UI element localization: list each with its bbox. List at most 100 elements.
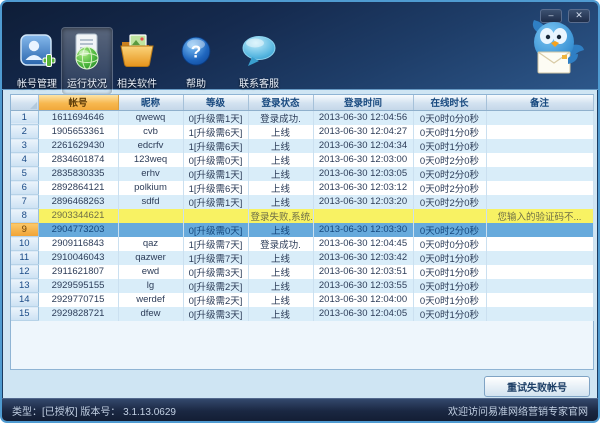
remark-cell: [486, 278, 594, 293]
account-cell: 2903344621: [38, 208, 119, 223]
remark-cell: [486, 124, 594, 139]
nickname-cell: edcrfv: [118, 138, 184, 153]
table-row[interactable]: 11 2910046043 qazwer 1[升级需7天] 上线 2013-06-30 1…: [11, 250, 594, 265]
online-duration-cell: 0天0时2分0秒: [413, 180, 487, 195]
table-row[interactable]: 5 2835830335 erhv 0[升级需1天] 上线 2013-06-30 12:0…: [11, 166, 594, 181]
statusbar: 类型：[已授权] 版本号： 3.1.13.0629 欢迎访问易准网络营销专家官网: [2, 398, 598, 421]
toolbar-item-running-status[interactable]: 运行状况: [62, 28, 112, 94]
table-row[interactable]: 9 2904773203 0[升级需0天] 上线 2013-06-30 12:03:30…: [11, 222, 594, 237]
account-cell: 1905653361: [38, 124, 119, 139]
remark-cell: [486, 180, 594, 195]
login-time-cell: 2013-06-30 12:04:56: [313, 110, 414, 125]
header-login-status[interactable]: 登录状态: [248, 95, 314, 111]
level-cell: 0[升级需3天]: [183, 306, 249, 321]
login-time-cell: 2013-06-30 12:03:42: [313, 250, 414, 265]
login-time-cell: 2013-06-30 12:04:45: [313, 236, 414, 251]
status-cell: 上线: [248, 306, 314, 321]
status-cell: 上线: [248, 180, 314, 195]
table-row[interactable]: 13 2929595155 lg 0[升级需2天] 上线 2013-06-30 12:03…: [11, 278, 594, 293]
row-number-cell: 4: [11, 152, 39, 167]
toolbar-item-help[interactable]: ? 帮助: [174, 28, 218, 94]
table-row[interactable]: 3 2261629430 edcrfv 1[升级需6天] 上线 2013-06-30 12…: [11, 138, 594, 153]
online-duration-cell: 0天0时1分0秒: [413, 124, 487, 139]
toolbar-item-label: 帐号管理: [17, 79, 57, 90]
online-duration-cell: 0天0时1分0秒: [413, 278, 487, 293]
level-cell: 1[升级需7天]: [183, 236, 249, 251]
login-time-cell: 2013-06-30 12:03:55: [313, 278, 414, 293]
toolbar-item-account-manage[interactable]: 帐号管理: [12, 28, 62, 94]
table-body: 1 1611694646 qwewq 0[升级需1天] 登录成功. 2013-06-30 …: [11, 110, 594, 321]
nickname-cell: lg: [118, 278, 184, 293]
nickname-cell: qwewq: [118, 110, 184, 125]
toolbar-item-label: 相关软件: [117, 79, 157, 90]
nickname-cell: [118, 222, 184, 237]
row-number-cell: 2: [11, 124, 39, 139]
account-cell: 2261629430: [38, 138, 119, 153]
status-cell: 上线: [248, 278, 314, 293]
header-level[interactable]: 等级: [183, 95, 249, 111]
table-row[interactable]: 14 2929770715 werdef 0[升级需2天] 上线 2013-06-30 1…: [11, 292, 594, 307]
header-nickname[interactable]: 昵称: [118, 95, 184, 111]
row-number-cell: 6: [11, 180, 39, 195]
nickname-cell: erhv: [118, 166, 184, 181]
table-row[interactable]: 2 1905653361 cvb 1[升级需6天] 上线 2013-06-30 12:04…: [11, 124, 594, 139]
app-window: – ✕ 帐号管理 运行状况 相关软件 ? 帮助 联系客服 帐号 昵称 等级 登录…: [0, 0, 600, 423]
status-cell: 上线: [248, 166, 314, 181]
table-row[interactable]: 7 2896468263 sdfd 0[升级需1天] 上线 2013-06-30 12:0…: [11, 194, 594, 209]
welcome-text: 欢迎访问易准网络营销专家官网: [448, 406, 588, 418]
account-cell: 2892864121: [38, 180, 119, 195]
login-time-cell: 2013-06-30 12:04:00: [313, 292, 414, 307]
header-remark[interactable]: 备注: [486, 95, 594, 111]
account-cell: 2929770715: [38, 292, 119, 307]
status-cell: 上线: [248, 138, 314, 153]
level-cell: 0[升级需1天]: [183, 194, 249, 209]
nickname-cell: polkium: [118, 180, 184, 195]
level-cell: 1[升级需6天]: [183, 124, 249, 139]
level-cell: 0[升级需1天]: [183, 166, 249, 181]
table-header-row: 帐号 昵称 等级 登录状态 登录时间 在线时长 备注: [11, 95, 594, 111]
login-time-cell: 2013-06-30 12:03:30: [313, 222, 414, 237]
toolbar-item-label: 联系客服: [239, 79, 279, 90]
remark-cell: 您输入的验证码不...: [486, 208, 594, 223]
account-cell: 1611694646: [38, 110, 119, 125]
table-row[interactable]: 10 2909116843 qaz 1[升级需7天] 登录成功. 2013-06-30 1…: [11, 236, 594, 251]
account-cell: 2909116843: [38, 236, 119, 251]
remark-cell: [486, 250, 594, 265]
toolbar-item-contact-support[interactable]: 联系客服: [234, 28, 284, 94]
remark-cell: [486, 306, 594, 321]
account-cell: 2910046043: [38, 250, 119, 265]
account-cell: 2929595155: [38, 278, 119, 293]
status-cell: 上线: [248, 222, 314, 237]
level-cell: 0[升级需2天]: [183, 292, 249, 307]
row-number-cell: 5: [11, 166, 39, 181]
toolbar-item-related-software[interactable]: 相关软件: [112, 28, 162, 94]
header-online-duration[interactable]: 在线时长: [413, 95, 487, 111]
level-cell: 0[升级需0天]: [183, 152, 249, 167]
remark-cell: [486, 292, 594, 307]
table-row[interactable]: 4 2834601874 123weq 0[升级需0天] 上线 2013-06-30 12…: [11, 152, 594, 167]
table-row[interactable]: 15 2929828721 dfew 0[升级需3天] 上线 2013-06-30 12:…: [11, 306, 594, 321]
header-login-time[interactable]: 登录时间: [313, 95, 414, 111]
account-cell: 2896468263: [38, 194, 119, 209]
account-cell: 2904773203: [38, 222, 119, 237]
header-account[interactable]: 帐号: [38, 95, 119, 111]
table-row[interactable]: 12 2911621807 ewd 0[升级需3天] 上线 2013-06-30 12:0…: [11, 264, 594, 279]
table-row[interactable]: 1 1611694646 qwewq 0[升级需1天] 登录成功. 2013-06-30 …: [11, 110, 594, 125]
retry-failed-accounts-button[interactable]: 重试失败帐号: [484, 376, 590, 397]
online-duration-cell: 0天0时1分0秒: [413, 138, 487, 153]
table-row[interactable]: 8 2903344621 登录失败,系统... 您输入的验证码不...: [11, 208, 594, 223]
nickname-cell: sdfd: [118, 194, 184, 209]
row-number-cell: 7: [11, 194, 39, 209]
row-number-cell: 8: [11, 208, 39, 223]
status-cell: 上线: [248, 194, 314, 209]
account-cell: 2834601874: [38, 152, 119, 167]
row-number-cell: 9: [11, 222, 39, 237]
table-row[interactable]: 6 2892864121 polkium 1[升级需6天] 上线 2013-06-30 1…: [11, 180, 594, 195]
online-duration-cell: [413, 208, 487, 223]
nickname-cell: ewd: [118, 264, 184, 279]
status-cell: 登录成功.: [248, 236, 314, 251]
row-number-cell: 1: [11, 110, 39, 125]
online-duration-cell: 0天0时1分0秒: [413, 292, 487, 307]
online-duration-cell: 0天0时1分0秒: [413, 264, 487, 279]
login-time-cell: 2013-06-30 12:03:00: [313, 152, 414, 167]
